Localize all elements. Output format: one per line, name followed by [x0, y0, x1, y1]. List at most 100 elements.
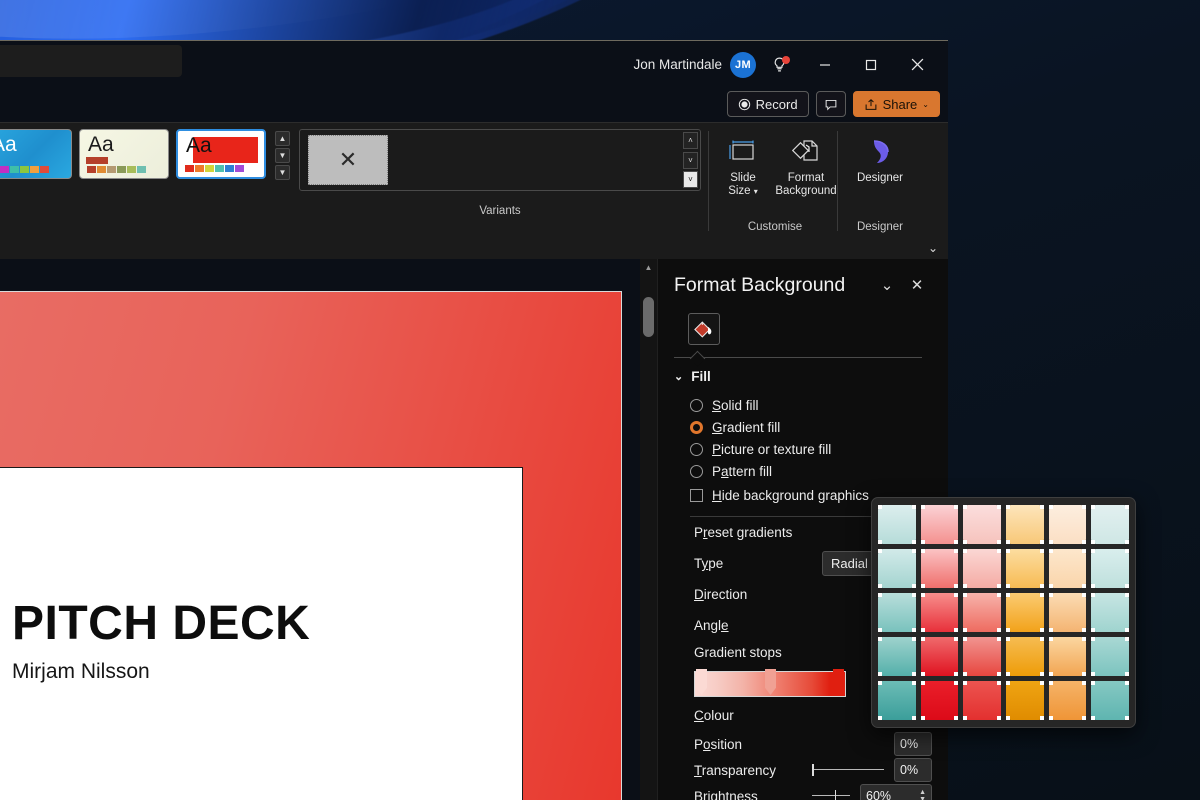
themes-scroll-up-button[interactable]: ▲ — [275, 131, 290, 146]
preset-gradient-27[interactable] — [963, 681, 1001, 720]
preset-gradient-4[interactable] — [1006, 505, 1044, 544]
theme-thumbnail-cream[interactable]: Aa — [79, 129, 169, 179]
preset-gradient-13[interactable] — [878, 593, 916, 632]
type-label: Type — [694, 556, 812, 571]
designer-group: Designer — [843, 129, 917, 185]
record-label: Record — [756, 97, 798, 112]
preset-gradient-17[interactable] — [1049, 593, 1087, 632]
preset-gradient-20[interactable] — [921, 637, 959, 676]
preset-gradient-26[interactable] — [921, 681, 959, 720]
picture-texture-fill-radio[interactable] — [690, 443, 703, 456]
transparency-input[interactable]: 0% — [894, 758, 932, 782]
share-label: Share — [883, 97, 918, 112]
preset-gradient-18[interactable] — [1091, 593, 1129, 632]
search-input[interactable] — [0, 45, 182, 77]
variants-more-button[interactable]: ˅ — [683, 171, 698, 188]
picture-texture-fill-option[interactable]: Picture or texture fill — [690, 438, 932, 460]
gradient-stop-3[interactable] — [831, 667, 846, 700]
preset-gradient-23[interactable] — [1049, 637, 1087, 676]
theme-thumbnail-red[interactable]: Aa — [176, 129, 266, 179]
variants-gallery: ✕ ˄ ˅ ˅ — [299, 129, 701, 191]
solid-fill-option[interactable]: Solid fill — [690, 394, 932, 416]
gradient-fill-radio[interactable] — [690, 421, 703, 434]
brightness-spinner[interactable]: ▲▼ — [919, 789, 926, 800]
preset-gradient-29[interactable] — [1049, 681, 1087, 720]
hide-background-graphics-label: Hide background graphics — [712, 488, 869, 503]
close-button[interactable] — [894, 41, 940, 88]
preset-gradient-5[interactable] — [1049, 505, 1087, 544]
share-button[interactable]: Share ⌄ — [853, 91, 940, 117]
hide-background-graphics-checkbox[interactable] — [690, 489, 703, 502]
position-input[interactable]: 0% — [894, 732, 932, 756]
gradient-stop-1[interactable] — [694, 667, 709, 700]
slide-title[interactable]: PITCH DECK — [12, 596, 310, 651]
preset-gradient-22[interactable] — [1006, 637, 1044, 676]
record-button[interactable]: Record — [727, 91, 809, 117]
pane-tab-strip — [674, 311, 932, 345]
maximize-button[interactable] — [848, 41, 894, 88]
preset-gradient-12[interactable] — [1091, 549, 1129, 588]
slide-canvas: PITCH DECK Mirjam Nilsson — [0, 259, 640, 800]
slide-subtitle[interactable]: Mirjam Nilsson — [12, 660, 150, 684]
pane-collapse-button[interactable]: ⌄ — [872, 276, 902, 294]
gradient-stop-2[interactable] — [763, 667, 778, 700]
ribbon-collapse-button[interactable]: ⌄ — [928, 241, 938, 255]
preset-gradient-6[interactable] — [1091, 505, 1129, 544]
preset-gradient-16[interactable] — [1006, 593, 1044, 632]
angle-label: Angle — [694, 618, 812, 633]
pattern-fill-label: Pattern fill — [712, 464, 772, 479]
themes-scroll-down-button[interactable]: ▼ — [275, 148, 290, 163]
preset-gradient-2[interactable] — [921, 505, 959, 544]
slide-size-button[interactable]: SlideSize ▾ — [714, 129, 772, 198]
gradient-fill-option[interactable]: Gradient fill — [690, 416, 932, 438]
minimize-button[interactable] — [802, 41, 848, 88]
preset-gradient-8[interactable] — [921, 549, 959, 588]
preset-gradient-28[interactable] — [1006, 681, 1044, 720]
preset-gradient-1[interactable] — [878, 505, 916, 544]
solid-fill-radio[interactable] — [690, 399, 703, 412]
variant-item[interactable]: ✕ — [308, 135, 388, 185]
avatar[interactable]: JM — [730, 52, 756, 78]
preset-gradient-30[interactable] — [1091, 681, 1129, 720]
preset-gradient-3[interactable] — [963, 505, 1001, 544]
variants-scroll-down-button[interactable]: ˅ — [683, 152, 698, 169]
slide[interactable]: PITCH DECK Mirjam Nilsson — [0, 291, 622, 800]
format-background-label: FormatBackground — [775, 172, 836, 198]
preset-gradients-flyout[interactable] — [871, 497, 1136, 728]
scrollbar-thumb[interactable] — [643, 297, 654, 337]
fill-bucket-icon[interactable] — [688, 313, 720, 345]
pane-tab-underline — [674, 353, 932, 363]
preset-gradient-25[interactable] — [878, 681, 916, 720]
fill-section-header[interactable]: ⌄ Fill — [674, 369, 932, 384]
canvas-scrollbar[interactable]: ▲ — [640, 259, 657, 800]
themes-gallery: Aa Aa Aa — [0, 129, 290, 180]
pane-close-button[interactable]: ✕ — [902, 276, 932, 294]
preset-gradient-14[interactable] — [921, 593, 959, 632]
preset-gradient-7[interactable] — [878, 549, 916, 588]
preset-gradient-10[interactable] — [1006, 549, 1044, 588]
preset-gradient-15[interactable] — [963, 593, 1001, 632]
ribbon-divider-2 — [837, 131, 838, 231]
format-background-button[interactable]: FormatBackground — [776, 129, 836, 198]
preset-gradient-11[interactable] — [1049, 549, 1087, 588]
scroll-up-button[interactable]: ▲ — [640, 259, 657, 275]
pattern-fill-radio[interactable] — [690, 465, 703, 478]
transparency-slider[interactable] — [812, 761, 884, 779]
comment-button[interactable] — [816, 91, 846, 117]
preset-gradient-19[interactable] — [878, 637, 916, 676]
themes-more-button[interactable]: ▼ — [275, 165, 290, 180]
variants-scroll-up-button[interactable]: ˄ — [683, 132, 698, 149]
designer-button[interactable]: Designer — [843, 129, 917, 185]
lightbulb-icon[interactable] — [756, 47, 802, 83]
brightness-input[interactable]: 60% ▲▼ — [860, 784, 932, 800]
theme-thumbnail-blue[interactable]: Aa — [0, 129, 72, 179]
gradient-stops-track[interactable] — [694, 667, 846, 700]
pattern-fill-option[interactable]: Pattern fill — [690, 460, 932, 482]
preset-gradient-9[interactable] — [963, 549, 1001, 588]
brightness-slider[interactable] — [812, 787, 850, 800]
slide-content-panel[interactable]: PITCH DECK Mirjam Nilsson — [0, 467, 523, 800]
slide-size-icon — [728, 135, 758, 169]
position-row: Position 0% — [694, 731, 932, 757]
preset-gradient-21[interactable] — [963, 637, 1001, 676]
preset-gradient-24[interactable] — [1091, 637, 1129, 676]
